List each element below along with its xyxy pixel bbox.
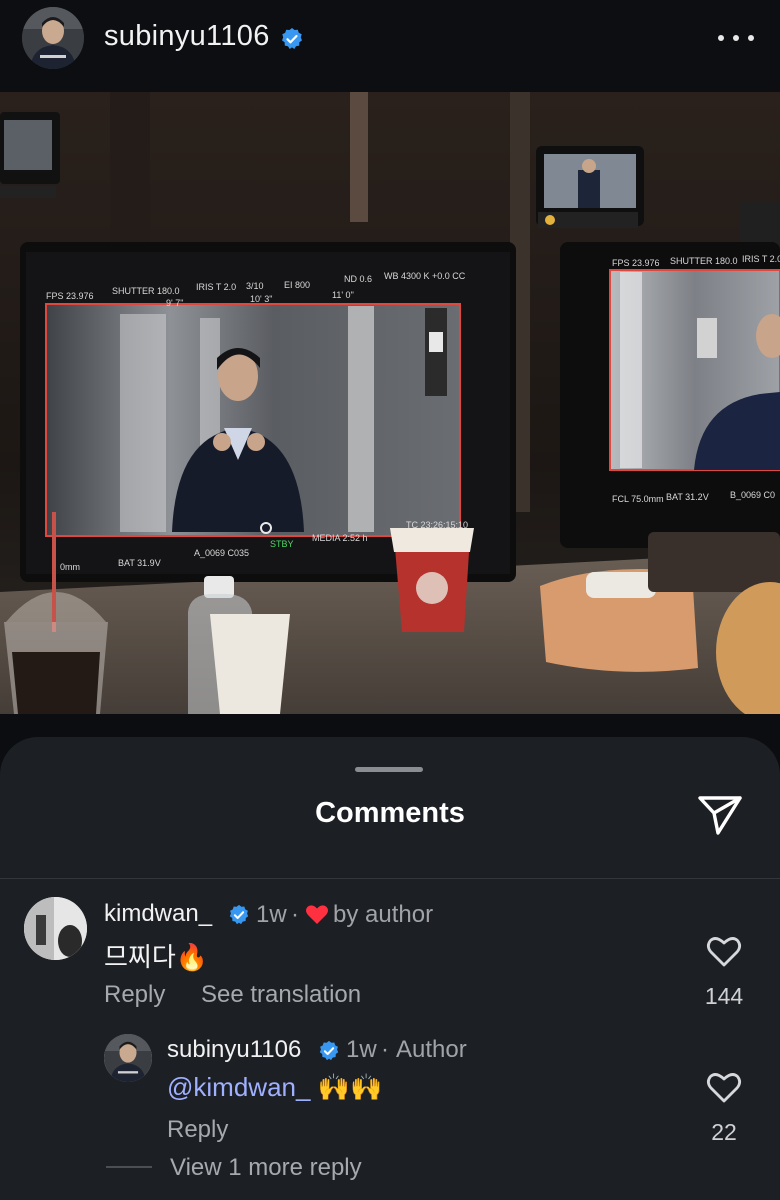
meta-separator: · [291, 901, 299, 928]
monitor-iris: IRIS T 2.0 [196, 282, 236, 292]
reply-button[interactable]: Reply [104, 981, 165, 1009]
monitor-right-lens: FCL 75.0mm [612, 494, 664, 504]
more-options-icon[interactable] [718, 28, 754, 48]
monitor-right-fps: FPS 23.976 [612, 258, 660, 268]
monitor-right-clip: B_0069 C0 [730, 490, 775, 500]
commenter-avatar[interactable] [24, 897, 87, 960]
see-translation-button[interactable]: See translation [201, 981, 361, 1009]
author-username[interactable]: subinyu1106 [104, 20, 270, 53]
monitor-dist-2: 10' 3" [250, 294, 272, 304]
post-header: subinyu1106 [0, 0, 780, 92]
monitor-ratio: 3/10 [246, 281, 264, 291]
reply-time: 1w [346, 1036, 377, 1063]
meta-separator: · [381, 1036, 389, 1063]
sheet-divider [0, 878, 780, 879]
verified-badge-icon [282, 28, 302, 49]
fire-emoji: 🔥 [175, 942, 209, 972]
monitor-standby: STBY [270, 539, 294, 549]
monitor-right-iris: IRIS T 2.0 [742, 254, 780, 264]
monitor-nd: ND 0.6 [344, 274, 372, 284]
author-tag: Author [396, 1036, 467, 1063]
comment-username[interactable]: kimdwan_ [104, 900, 212, 928]
heart-outline-icon[interactable] [706, 936, 742, 968]
sheet-grabber[interactable] [355, 767, 423, 772]
monitor-wb: WB 4300 K +0.0 CC [384, 271, 466, 281]
monitor-fps: FPS 23.976 [46, 291, 94, 301]
comment-text: 므찌다🔥 [104, 937, 208, 974]
reply-button[interactable]: Reply [167, 1116, 228, 1144]
post-video[interactable]: FPS 23.976 SHUTTER 180.0 IRIS T 2.0 3/10… [0, 92, 780, 714]
heart-filled-icon [306, 905, 328, 924]
monitor-clip: A_0069 C035 [194, 548, 249, 558]
monitor-ei: EI 800 [284, 280, 310, 290]
verified-badge-icon [229, 904, 249, 925]
monitor-right-shutter: SHUTTER 180.0 [670, 256, 738, 266]
monitor-media: MEDIA 2:52 h [312, 533, 368, 543]
reply-text: @kimdwan_ 🙌🙌 [167, 1072, 382, 1103]
reply-like-count: 22 [711, 1119, 737, 1145]
monitor-right-battery: BAT 31.2V [666, 492, 709, 502]
mention-link[interactable]: @kimdwan_ [167, 1072, 310, 1102]
comment-time: 1w [256, 901, 287, 928]
heart-outline-icon[interactable] [706, 1072, 742, 1104]
reply-avatar[interactable] [104, 1034, 152, 1082]
monitor-dist-3: 11' 0" [332, 290, 354, 300]
raised-hands-emoji: 🙌🙌 [317, 1072, 383, 1102]
monitor-dist-1: 9' 7" [166, 298, 183, 308]
view-more-replies-button[interactable]: View 1 more reply [170, 1154, 362, 1182]
paper-plane-icon[interactable] [696, 793, 744, 837]
comment-body: 므찌다 [104, 942, 176, 972]
monitor-lens: 0mm [60, 562, 80, 572]
like-count: 144 [704, 983, 744, 1009]
thread-line [106, 1166, 152, 1168]
reply-username[interactable]: subinyu1106 [167, 1036, 301, 1064]
author-avatar[interactable] [22, 7, 84, 69]
instagram-post-screen: subinyu1106 FPS 23.976 SHUTTER 180.0 IRI… [0, 0, 780, 1200]
sheet-title: Comments [315, 797, 465, 829]
monitor-shutter: SHUTTER 180.0 [112, 286, 180, 296]
verified-badge-icon [319, 1040, 339, 1061]
liked-by-author-label: by author [333, 901, 434, 928]
monitor-battery: BAT 31.9V [118, 558, 161, 568]
